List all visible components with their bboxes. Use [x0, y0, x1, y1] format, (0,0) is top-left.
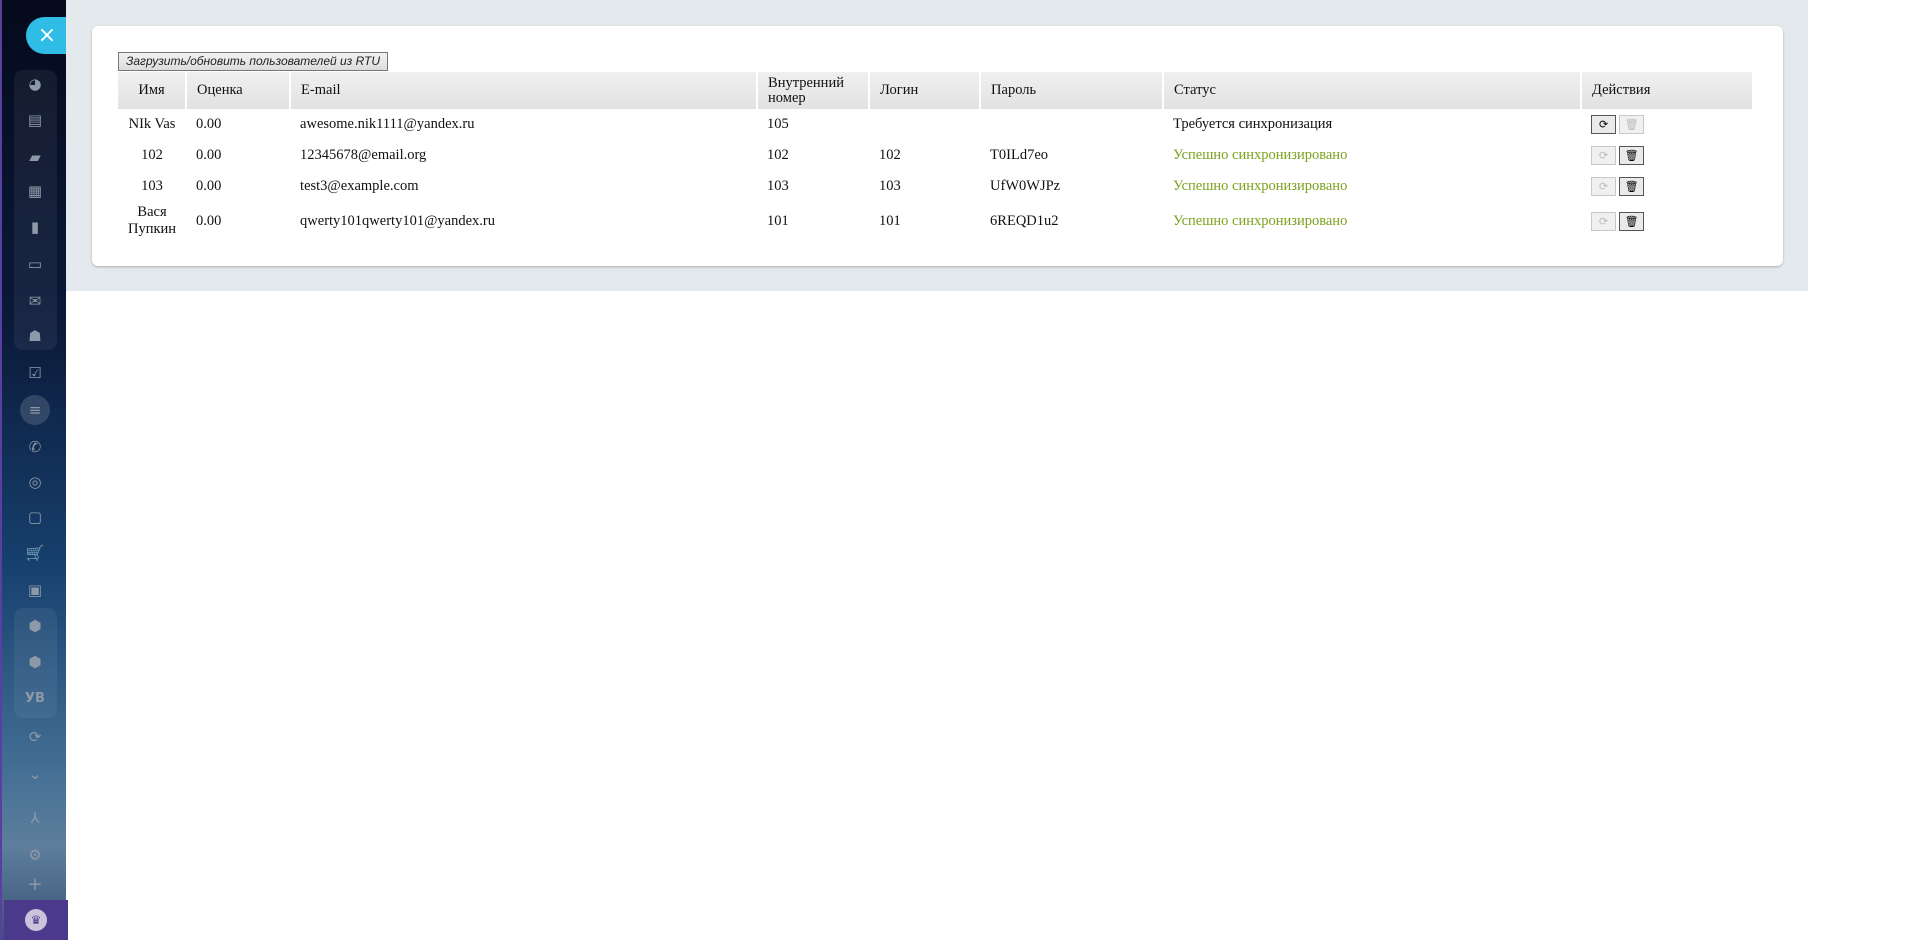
groups-icon[interactable]: ☗	[15, 321, 55, 351]
status-text: Успешно синхронизировано	[1173, 147, 1348, 163]
header-email: E-mail	[290, 72, 759, 109]
cell-login: 101	[879, 212, 901, 229]
calendar-icon[interactable]: ▦	[15, 176, 55, 206]
cell-name: 103	[141, 178, 163, 194]
cell-name: Вася Пупкин	[128, 204, 177, 237]
cell-password	[980, 109, 1163, 140]
hierarchy-icon[interactable]: ⅄	[15, 803, 55, 833]
cell-extension: 101	[767, 212, 789, 229]
header-password: Пароль	[980, 72, 1165, 109]
cell-extension: 103	[767, 178, 789, 194]
cell-rating: 0.00	[196, 212, 222, 229]
header-rating: Оценка	[186, 72, 292, 109]
cell-actions: ⟳ 🗑	[1581, 202, 1752, 240]
table-row: 103 0.00 test3@example.com 103 103 UfW0WJPz Ус…	[118, 171, 1752, 202]
users-table: Имя Оценка E-mail Внутренний номер Логин …	[118, 72, 1752, 240]
table-row: NIk Vas 0.00 awesome.nik1111@yandex.ru 105 Т…	[118, 109, 1752, 140]
cell-rating: 0.00	[196, 147, 222, 163]
cell-password: 6REQD1u2	[990, 212, 1059, 229]
contact-card-icon[interactable]: ▣	[15, 575, 55, 605]
table-header-row: Имя Оценка E-mail Внутренний номер Логин …	[118, 72, 1752, 109]
delete-button[interactable]: 🗑	[1619, 177, 1645, 196]
refresh-icon: ⟳	[1598, 214, 1609, 228]
chevron-down-icon[interactable]: ⌄	[15, 759, 55, 789]
cell-email: awesome.nik1111@yandex.ru	[300, 116, 475, 132]
trash-icon: 🗑	[1624, 118, 1639, 131]
cell-login: 102	[879, 147, 901, 163]
sites-icon[interactable]: ▢	[15, 502, 55, 532]
refresh-icon: ⟳	[1598, 118, 1609, 131]
cell-login	[869, 109, 980, 140]
sidebar: × ◕ ▤ ▰ ▦ ▮ ▭ ✉ ☗ ☑ ≡ ✆ ◎ ▢ 🛒 ▣ ⬢ ⬢ УВ ⟳…	[0, 0, 68, 940]
load-users-from-rtu-button[interactable]: Загрузить/обновить пользователей из RTU	[118, 52, 389, 71]
sync-button[interactable]: ⟳	[1591, 211, 1617, 231]
header-login: Логин	[869, 72, 982, 109]
sync-button[interactable]: ⟳	[1591, 177, 1617, 196]
cell-email: test3@example.com	[300, 178, 419, 194]
sync-button[interactable]: ⟳	[1591, 146, 1617, 165]
chat-icon[interactable]: ▰	[15, 142, 55, 172]
trash-icon: 🗑	[1624, 149, 1639, 162]
cell-extension: 102	[767, 147, 789, 163]
cell-rating: 0.00	[196, 116, 222, 132]
cell-actions: ⟳ 🗑	[1581, 171, 1752, 202]
yb-app-icon[interactable]: УВ	[15, 684, 55, 714]
cell-password: T0ILd7eo	[990, 147, 1049, 163]
cell-email: qwerty101qwerty101@yandex.ru	[300, 212, 496, 229]
delete-button[interactable]: 🗑	[1619, 115, 1645, 134]
box-icon[interactable]: ⬢	[15, 611, 55, 641]
status-text: Требуется синхронизация	[1173, 116, 1333, 132]
target-icon[interactable]: ◎	[15, 467, 55, 497]
cell-email: 12345678@email.org	[300, 147, 427, 163]
crm-funnel-icon[interactable]: ≡	[20, 395, 50, 425]
header-name: Имя	[118, 72, 188, 109]
sync-button[interactable]: ⟳	[1591, 115, 1617, 134]
cell-actions: ⟳ 🗑	[1581, 140, 1752, 171]
status-text: Успешно синхронизировано	[1173, 178, 1348, 194]
status-text: Успешно синхронизировано	[1173, 212, 1348, 229]
premium-button[interactable]: ♛	[4, 900, 68, 940]
tasks-icon[interactable]: ☑	[15, 358, 55, 388]
sync-icon[interactable]: ⟳	[15, 722, 55, 752]
trash-icon: 🗑	[1624, 214, 1639, 228]
cell-rating: 0.00	[196, 178, 222, 194]
cell-login: 103	[879, 178, 901, 194]
delete-button[interactable]: 🗑	[1619, 211, 1645, 231]
feed-icon[interactable]: ▤	[15, 105, 55, 135]
cell-password: UfW0WJPz	[990, 178, 1061, 194]
cell-extension: 105	[767, 116, 789, 132]
shop-icon[interactable]: 🛒	[15, 538, 55, 568]
refresh-icon: ⟳	[1598, 149, 1609, 162]
trash-icon: 🗑	[1624, 180, 1639, 193]
cell-actions: ⟳ 🗑	[1581, 109, 1752, 140]
header-actions: Действия	[1581, 72, 1752, 109]
phone-icon[interactable]: ✆	[15, 432, 55, 462]
drive-icon[interactable]: ▭	[15, 249, 55, 279]
cell-name: 102	[141, 147, 163, 163]
close-icon: ×	[37, 23, 57, 48]
mail-icon[interactable]: ✉	[15, 286, 55, 316]
cell-name: NIk Vas	[128, 116, 176, 132]
close-sidebar-button[interactable]: ×	[26, 17, 68, 54]
header-status: Статус	[1163, 72, 1583, 109]
table-row: 102 0.00 12345678@email.org 102 102 T0ILd7eo У…	[118, 140, 1752, 171]
add-icon[interactable]: +	[15, 870, 55, 900]
refresh-icon: ⟳	[1598, 180, 1609, 193]
document-icon[interactable]: ▮	[15, 212, 55, 242]
settings-icon[interactable]: ⚙	[15, 840, 55, 870]
header-extension: Внутренний номер	[757, 72, 871, 109]
crown-icon: ♛	[25, 909, 47, 931]
delete-button[interactable]: 🗑	[1619, 146, 1645, 165]
table-row: Вася Пупкин 0.00 qwerty101qwerty101@yandex…	[118, 202, 1752, 240]
dashboard-icon[interactable]: ◕	[15, 69, 55, 99]
box-icon[interactable]: ⬢	[15, 647, 55, 677]
